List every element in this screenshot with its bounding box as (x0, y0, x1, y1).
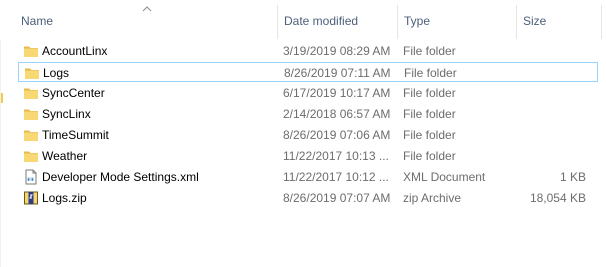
column-resize-handle[interactable] (601, 5, 602, 39)
file-type: File folder (404, 66, 457, 80)
file-name: AccountLinx (42, 44, 108, 58)
column-resize-handle[interactable] (516, 5, 517, 39)
file-type: File folder (403, 107, 456, 121)
file-type: File folder (403, 44, 456, 58)
file-row[interactable]: Developer Mode Settings.xml 11/22/2017 10… (18, 167, 598, 187)
file-size: 1 KB (559, 170, 586, 184)
column-header-date-modified[interactable]: Date modified (284, 12, 358, 30)
file-name: Logs.zip (42, 191, 87, 205)
file-name: Logs (43, 66, 70, 80)
file-date-modified: 8/26/2019 07:07 AM (283, 191, 391, 205)
folder-icon (24, 65, 40, 81)
file-date-modified: 3/19/2019 08:29 AM (283, 44, 391, 58)
file-date-modified: 8/26/2019 07:11 AM (284, 66, 391, 80)
folder-icon (23, 127, 39, 143)
column-header-type[interactable]: Type (404, 12, 430, 30)
file-row[interactable]: Logs.zip 8/26/2019 07:07 AM zip Archive 18,… (18, 188, 598, 208)
file-row[interactable]: TimeSummit 8/26/2019 07:06 AM File folder (18, 125, 598, 145)
file-row[interactable]: SyncCenter 6/17/2019 10:17 AM File folder (18, 83, 598, 103)
file-date-modified: 11/22/2017 10:12 ... (283, 170, 389, 184)
column-header-name[interactable]: Name (21, 12, 53, 30)
sort-ascending-icon[interactable] (142, 6, 152, 12)
file-name: SyncLinx (42, 107, 91, 121)
column-header-size[interactable]: Size (523, 12, 546, 30)
file-type: File folder (403, 86, 456, 100)
file-row[interactable]: SyncLinx 2/14/2018 06:57 AM File folder (18, 104, 598, 124)
file-date-modified: 2/14/2018 06:57 AM (283, 107, 391, 121)
file-row[interactable]: AccountLinx 3/19/2019 08:29 AM File folder (18, 41, 598, 61)
folder-icon (23, 148, 39, 164)
column-resize-handle[interactable] (277, 5, 278, 39)
file-date-modified: 11/22/2017 10:13 ... (283, 149, 389, 163)
folder-icon (23, 106, 39, 122)
column-header-bar: Name Date modified Type Size (0, 0, 606, 40)
navigation-pane-edge (0, 0, 1, 267)
zip-archive-icon (23, 190, 39, 206)
xml-file-icon (23, 169, 39, 185)
file-type: XML Document (403, 170, 486, 184)
file-row[interactable]: Logs 8/26/2019 07:11 AM File folder (18, 62, 598, 82)
file-name: TimeSummit (42, 128, 109, 142)
file-type: zip Archive (403, 191, 462, 205)
file-date-modified: 8/26/2019 07:06 AM (283, 128, 391, 142)
column-resize-handle[interactable] (397, 5, 398, 39)
file-type: File folder (403, 128, 456, 142)
folder-icon (23, 43, 39, 59)
file-size: 18,054 KB (529, 191, 586, 205)
file-row[interactable]: Weather 11/22/2017 10:13 ... File folder (18, 146, 598, 166)
file-type: File folder (403, 149, 456, 163)
navigation-pane-marker (1, 93, 3, 103)
folder-icon (23, 85, 39, 101)
file-name: SyncCenter (42, 86, 105, 100)
file-name: Weather (42, 149, 88, 163)
file-name: Developer Mode Settings.xml (42, 170, 199, 184)
file-date-modified: 6/17/2019 10:17 AM (283, 86, 391, 100)
